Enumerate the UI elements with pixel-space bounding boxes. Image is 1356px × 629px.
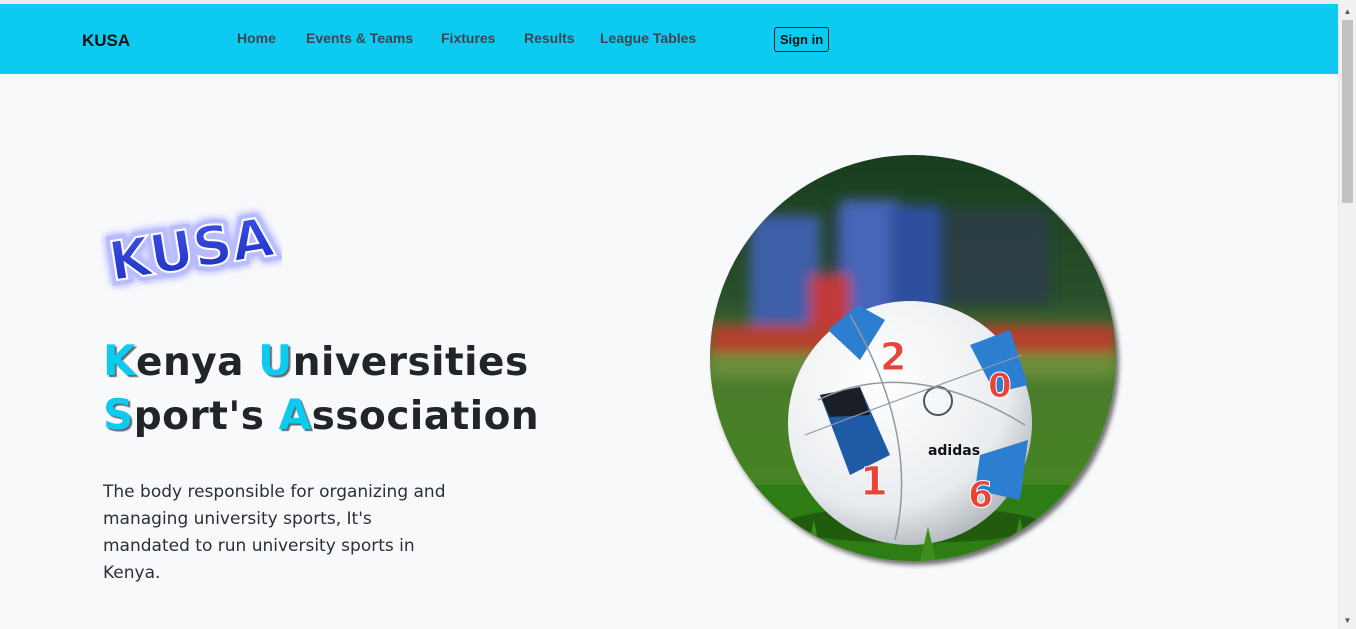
heading-word: enya	[136, 340, 259, 385]
heading-line-2: Sport's Association	[103, 390, 540, 439]
nav-link-home[interactable]: Home	[237, 30, 276, 46]
svg-text:0: 0	[988, 366, 1012, 406]
svg-text:1: 1	[860, 459, 888, 505]
nav-link-events-teams[interactable]: Events & Teams	[306, 30, 413, 46]
heading-initial: U	[258, 336, 293, 385]
svg-text:adidas: adidas	[928, 443, 980, 459]
heading-initial: K	[103, 336, 137, 385]
scroll-up-arrow-icon[interactable]: ▲	[1339, 3, 1356, 19]
heading-word: ssociation	[311, 394, 540, 439]
nav-link-league-tables[interactable]: League Tables	[600, 30, 696, 46]
svg-text:2: 2	[880, 335, 906, 379]
hero-description: The body responsible for organizing and …	[103, 482, 446, 583]
heading-initial: S	[103, 390, 134, 439]
nav-link-fixtures[interactable]: Fixtures	[441, 30, 495, 46]
sign-in-button[interactable]: Sign in	[774, 27, 829, 52]
scroll-down-arrow-icon[interactable]: ▼	[1339, 612, 1356, 628]
heading-word: port's	[133, 394, 279, 439]
nav-link-results[interactable]: Results	[524, 30, 575, 46]
kusa-logo: KUSA KUSA	[100, 198, 283, 298]
soccer-ball-image: 2 0 1 6 adidas	[710, 155, 1116, 561]
scroll-thumb[interactable]	[1342, 20, 1353, 203]
brand-link[interactable]: KUSA	[82, 31, 130, 51]
navbar: KUSA Home Events & Teams Fixtures Result…	[0, 4, 1338, 74]
svg-text:KUSA: KUSA	[105, 205, 278, 293]
heading-word: niversities	[292, 340, 529, 385]
hero-heading: Kenya Universities Sport's Association	[103, 335, 539, 443]
heading-initial: A	[278, 390, 312, 439]
vertical-scrollbar[interactable]: ▲ ▼	[1338, 0, 1356, 629]
svg-text:6: 6	[968, 475, 993, 516]
heading-line-1: Kenya Universities	[103, 336, 529, 385]
